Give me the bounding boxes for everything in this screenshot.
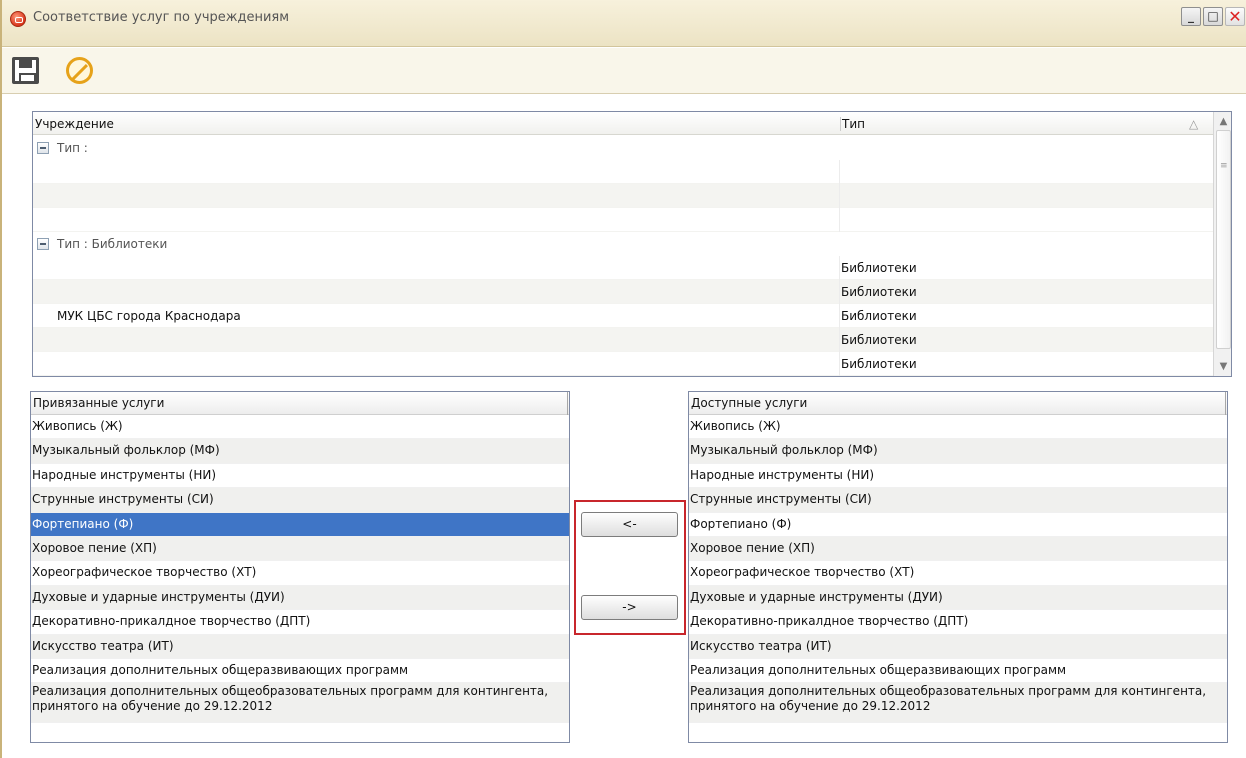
list-item[interactable]: Реализация дополнительных общеобразовате… [689, 683, 1227, 724]
list-item[interactable]: Струнные инструменты (СИ) [31, 488, 569, 513]
scroll-up-icon[interactable]: ▲ [1215, 113, 1231, 130]
table-row[interactable]: МУК ЦБС города Краснодара Библиотеки [33, 304, 1213, 328]
thumb-grip-icon: ≡ [1220, 161, 1228, 171]
bound-services-list: Привязанные услуги Живопись (Ж) Музыкальн… [30, 391, 570, 743]
table-row[interactable] [33, 160, 1213, 184]
table-row[interactable] [33, 208, 1213, 232]
table-row[interactable]: Библиотеки [33, 280, 1213, 304]
grid-body: Тип : Тип : Библиотеки Библиотеки Библиотек… [33, 136, 1213, 376]
table-row[interactable] [33, 184, 1213, 208]
type-cell: Библиотеки [841, 261, 917, 275]
table-row[interactable]: Библиотеки [33, 352, 1213, 376]
list-item[interactable]: Искусство театра (ИТ) [689, 634, 1227, 659]
title-bar: Соответствие услуг по учреждениям _ □ ✕ [2, 0, 1246, 47]
save-icon[interactable] [12, 57, 39, 84]
toolbar [2, 48, 1246, 94]
column-header-institution[interactable]: Учреждение [33, 117, 833, 131]
collapse-icon[interactable] [37, 142, 49, 154]
list-item[interactable]: Декоративно-прикалдное творчество (ДПТ) [689, 610, 1227, 635]
sort-ascending-icon[interactable]: △ [1189, 117, 1198, 131]
list-item[interactable]: Искусство театра (ИТ) [31, 634, 569, 659]
type-cell: Библиотеки [841, 333, 917, 347]
list-item[interactable]: Народные инструменты (НИ) [689, 464, 1227, 489]
column-header-type[interactable]: Тип [840, 117, 1210, 131]
list-item[interactable]: Музыкальный фольклор (МФ) [31, 439, 569, 464]
maximize-button[interactable]: □ [1203, 7, 1223, 26]
move-to-bound-button[interactable]: <- [581, 512, 678, 537]
available-services-items: Живопись (Ж) Музыкальный фольклор (МФ) Нар… [689, 415, 1227, 724]
grid-header: Учреждение Тип △ [33, 112, 1213, 135]
group-row[interactable]: Тип : [33, 136, 1213, 160]
type-cell: Библиотеки [841, 309, 917, 323]
services-by-institution-window: Соответствие услуг по учреждениям _ □ ✕ … [0, 0, 1246, 758]
cancel-icon[interactable] [66, 57, 93, 84]
institutions-grid: Учреждение Тип △ Тип : Тип : Библиотеки Би… [32, 111, 1232, 377]
available-services-header: Доступные услуги [689, 392, 1227, 415]
group-label: Тип : [57, 141, 88, 155]
list-item[interactable]: Хоровое пение (ХП) [689, 536, 1227, 562]
minimize-button[interactable]: _ [1181, 7, 1201, 26]
list-item[interactable]: Декоративно-прикалдное творчество (ДПТ) [31, 610, 569, 635]
list-item[interactable]: Духовые и ударные инструменты (ДУИ) [31, 585, 569, 611]
list-item[interactable]: Живопись (Ж) [689, 415, 1227, 440]
list-item[interactable]: Фортепиано (Ф) [31, 512, 569, 537]
move-to-available-button[interactable]: -> [581, 595, 678, 620]
list-item[interactable]: Фортепиано (Ф) [689, 513, 1227, 537]
scroll-down-icon[interactable]: ▼ [1215, 358, 1231, 375]
institution-cell: МУК ЦБС города Краснодара [57, 309, 241, 323]
window-title: Соответствие услуг по учреждениям [33, 10, 290, 25]
vertical-scrollbar[interactable]: ▲ ≡ ▼ [1213, 112, 1231, 376]
list-item[interactable]: Струнные инструменты (СИ) [689, 488, 1227, 513]
close-button[interactable]: ✕ [1225, 7, 1245, 26]
scrollbar-thumb[interactable]: ≡ [1216, 130, 1231, 349]
list-item[interactable]: Реализация дополнительных общеразвивающи… [689, 659, 1227, 684]
list-item[interactable]: Хореографическое творчество (ХТ) [689, 561, 1227, 586]
list-item[interactable]: Хоровое пение (ХП) [31, 536, 569, 562]
list-item[interactable]: Музыкальный фольклор (МФ) [689, 439, 1227, 464]
group-row[interactable]: Тип : Библиотеки [33, 232, 1213, 256]
type-cell: Библиотеки [841, 357, 917, 371]
collapse-icon[interactable] [37, 238, 49, 250]
list-item[interactable]: Народные инструменты (НИ) [31, 464, 569, 489]
list-item[interactable]: Реализация дополнительных общеразвивающи… [31, 659, 569, 684]
bound-services-header: Привязанные услуги [31, 392, 569, 415]
list-item[interactable]: Реализация дополнительных общеобразовате… [31, 683, 569, 724]
bound-services-items: Живопись (Ж) Музыкальный фольклор (МФ) Нар… [31, 415, 569, 724]
app-icon [10, 11, 26, 27]
list-item[interactable]: Живопись (Ж) [31, 415, 569, 440]
type-cell: Библиотеки [841, 285, 917, 299]
table-row[interactable]: Библиотеки [33, 328, 1213, 352]
group-label: Тип : Библиотеки [57, 237, 168, 251]
available-services-list: Доступные услуги Живопись (Ж) Музыкальный… [688, 391, 1228, 743]
table-row[interactable]: Библиотеки [33, 256, 1213, 280]
list-item[interactable]: Духовые и ударные инструменты (ДУИ) [689, 585, 1227, 611]
list-item[interactable]: Хореографическое творчество (ХТ) [31, 561, 569, 586]
